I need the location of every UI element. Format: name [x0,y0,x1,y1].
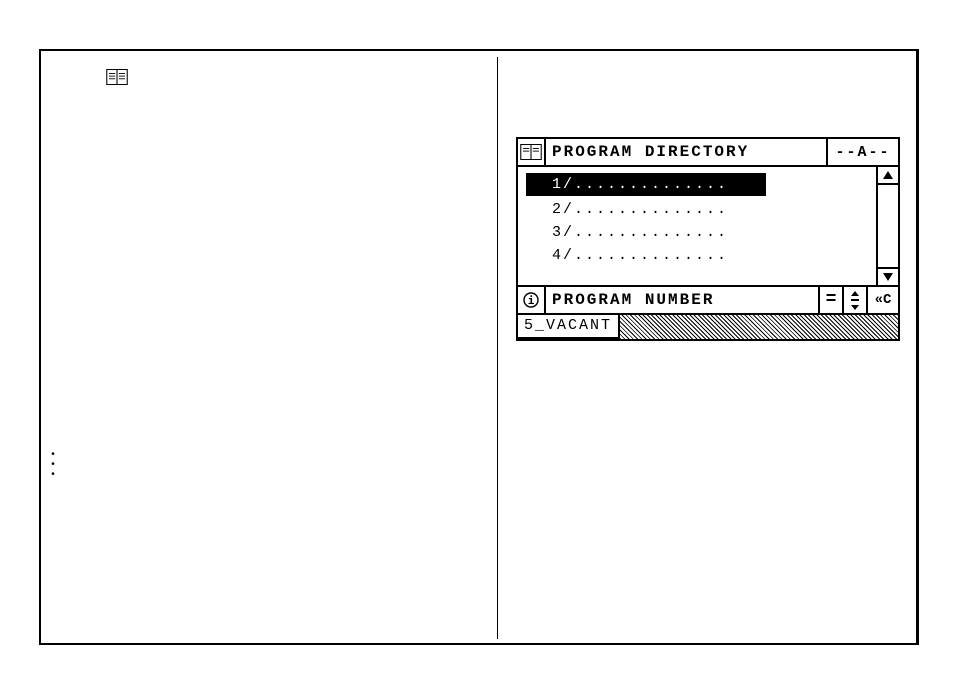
program-directory-panel: PROGRAM DIRECTORY --A-- 1/..............… [516,137,900,341]
panel-title: PROGRAM DIRECTORY [546,139,828,165]
list-item[interactable]: 3/.............. [518,221,876,244]
panel-title-row: PROGRAM DIRECTORY --A-- [518,139,898,167]
status-value: 5_VACANT [518,315,620,339]
spinner[interactable] [844,287,868,313]
help-icon[interactable]: i [518,287,546,313]
input-row: i PROGRAM NUMBER = «C [518,287,898,315]
spinner-up[interactable] [851,287,859,301]
scroll-down-button[interactable] [878,267,898,285]
scroll-up-button[interactable] [878,167,898,185]
scroll-track[interactable] [878,185,898,267]
program-list: 1/.............. 2/.............. 3/....… [518,167,898,287]
program-list-body[interactable]: 1/.............. 2/.............. 3/....… [518,167,878,285]
list-item[interactable]: 4/.............. [518,244,876,267]
status-row: 5_VACANT [518,315,898,339]
list-item[interactable]: 2/.............. [518,198,876,221]
mode-indicator: --A-- [828,139,898,165]
equals-button[interactable]: = [820,287,844,313]
scrollbar[interactable] [878,167,898,285]
list-item[interactable]: 1/.............. [526,173,766,196]
svg-text:i: i [528,294,535,307]
page-frame: ••• PROGRAM DIRECTORY --A-- [39,49,919,645]
bullet-dots: ••• [50,451,56,481]
book-icon [106,69,132,89]
input-label: PROGRAM NUMBER [546,287,820,313]
spinner-down[interactable] [851,301,859,313]
right-column: PROGRAM DIRECTORY --A-- 1/..............… [497,57,913,639]
book-icon [518,139,546,165]
clear-button[interactable]: «C [868,287,898,313]
